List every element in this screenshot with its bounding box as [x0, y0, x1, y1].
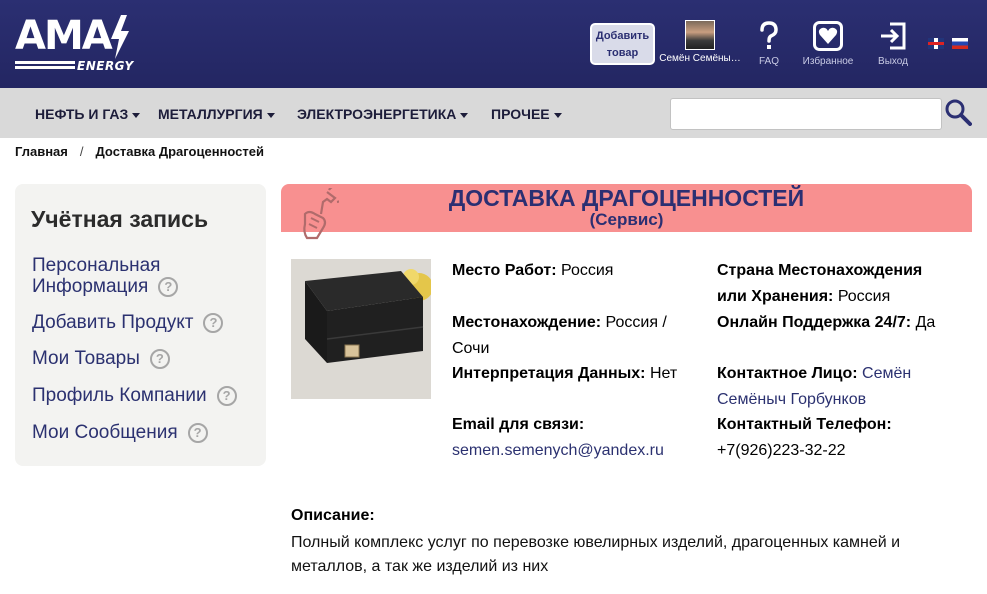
interpretation-label: Интерпретация Данных: — [452, 365, 646, 382]
work-place: Место Работ: Россия — [452, 258, 613, 284]
breadcrumb-current: Доставка Драгоценностей — [95, 144, 265, 159]
phone-label: Контактный Телефон: — [717, 416, 892, 433]
lightning-icon — [111, 15, 129, 59]
help-icon[interactable]: ? — [216, 385, 237, 406]
caret-down-icon — [266, 112, 275, 118]
storage-country-label: Страна Местонахождения — [717, 262, 923, 279]
site-header: AMA ENERGY Добавить товар Семён Семёны… … — [0, 0, 987, 88]
listing-title-bar: ДОСТАВКА ДРАГОЦЕННОСТЕЙ (Сервис) — [281, 184, 972, 232]
faq-link[interactable]: FAQ — [756, 20, 782, 67]
sidebar-item-company-profile[interactable]: Профиль Компании? — [32, 385, 237, 406]
product-image[interactable] — [291, 259, 431, 399]
nav-label: НЕФТЬ И ГАЗ — [35, 106, 129, 122]
logo-subtext: ENERGY — [77, 59, 134, 73]
work-place-value: Россия — [561, 262, 614, 279]
nav-label: ЭЛЕКТРОЭНЕРГЕТИКА — [297, 106, 457, 122]
account-sidebar: Учётная запись Персональная Информация? … — [15, 184, 266, 466]
help-icon[interactable]: ? — [187, 422, 208, 443]
faq-label: FAQ — [758, 56, 779, 67]
sidebar-item-label: Информация — [32, 276, 149, 297]
flag-uk-icon[interactable] — [928, 38, 944, 49]
description-text: Полный комплекс услуг по перевозке ювели… — [291, 534, 901, 575]
caret-down-icon — [460, 112, 469, 118]
exit-label: Выход — [878, 56, 908, 67]
flag-ru-icon[interactable] — [952, 38, 968, 49]
storage-country-label: или Хранения: — [717, 288, 834, 305]
help-icon[interactable]: ? — [203, 312, 224, 333]
avatar — [685, 20, 715, 50]
search-icon[interactable] — [944, 98, 972, 126]
help-icon[interactable]: ? — [149, 348, 170, 369]
nav-metallurgy[interactable]: МЕТАЛЛУРГИЯ — [158, 106, 275, 122]
search-input[interactable] — [670, 98, 942, 130]
favorites-label: Избранное — [802, 56, 854, 67]
nav-label: ПРОЧЕЕ — [491, 106, 550, 122]
caret-down-icon — [553, 112, 562, 118]
nav-label: МЕТАЛЛУРГИЯ — [158, 106, 263, 122]
page-subtitle: (Сервис) — [589, 210, 664, 229]
location-label: Местонахождение: — [452, 314, 602, 331]
contact-label: Контактное Лицо: — [717, 365, 858, 382]
contact-link[interactable]: Семёныч Горбунков — [717, 391, 866, 408]
contact-person: Контактное Лицо: Семён Семёныч Горбунков — [717, 361, 911, 413]
interpretation-value: Нет — [649, 365, 678, 382]
logo-text: AMA — [15, 13, 113, 59]
sidebar-title: Учётная запись — [31, 206, 209, 232]
support-label: Онлайн Поддержка 24/7: — [717, 314, 912, 331]
jewelry-box-image — [291, 259, 431, 399]
breadcrumb: Главная / Доставка Драгоценностей — [15, 144, 264, 159]
sidebar-item-my-messages[interactable]: Мои Сообщения? — [32, 422, 208, 443]
data-interpretation: Интерпретация Данных: Нет — [452, 361, 677, 387]
description-label: Описание: — [291, 507, 375, 524]
question-icon — [760, 21, 778, 49]
user-profile-link[interactable]: Семён Семёны… — [657, 20, 743, 64]
user-name: Семён Семёны… — [659, 53, 741, 64]
nav-other[interactable]: ПРОЧЕЕ — [491, 106, 562, 122]
sidebar-item-label: Добавить Продукт — [32, 312, 194, 333]
phone-value: +7(926)223-32-22 — [717, 442, 846, 459]
page-title: ДОСТАВКА ДРАГОЦЕННОСТЕЙ — [448, 185, 805, 211]
contact-phone: Контактный Телефон: +7(926)223-32-22 — [717, 412, 892, 464]
sidebar-item-label: Персональная — [32, 255, 161, 276]
add-product-button[interactable]: Добавить товар — [590, 23, 655, 65]
nav-oil-gas[interactable]: НЕФТЬ И ГАЗ — [35, 106, 141, 122]
help-icon[interactable]: ? — [158, 276, 179, 297]
sidebar-item-label: Профиль Компании — [32, 385, 207, 406]
support-value: Да — [915, 314, 936, 331]
logo-stripes — [15, 61, 75, 73]
favorites-link[interactable]: Избранное — [800, 20, 856, 67]
language-switcher — [928, 38, 968, 49]
storage-country-value: Россия — [837, 288, 891, 305]
sidebar-item-add-product[interactable]: Добавить Продукт? — [32, 312, 224, 333]
location: Местонахождение: Россия / Сочи — [452, 310, 702, 362]
nav-power[interactable]: ЭЛЕКТРОЭНЕРГЕТИКА — [297, 106, 469, 122]
heart-icon — [813, 21, 843, 51]
email-label: Email для связи: — [452, 416, 585, 433]
exit-link[interactable]: Выход — [874, 20, 912, 67]
wrench-hand-icon — [303, 188, 339, 240]
sidebar-item-label: Мои Товары — [32, 348, 140, 369]
contact-email: Email для связи: semen.semenych@yandex.r… — [452, 412, 664, 464]
exit-icon — [881, 22, 906, 50]
email-link[interactable]: semen.semenych@yandex.ru — [452, 442, 664, 459]
work-place-label: Место Работ: — [452, 262, 557, 279]
caret-down-icon — [132, 112, 141, 118]
breadcrumb-home[interactable]: Главная — [15, 144, 68, 159]
online-support: Онлайн Поддержка 24/7: Да — [717, 310, 935, 336]
storage-country: Страна Местонахождения или Хранения: Рос… — [717, 258, 922, 310]
sidebar-item-my-products[interactable]: Мои Товары? — [32, 348, 170, 369]
breadcrumb-separator: / — [79, 144, 84, 159]
site-logo[interactable]: AMA ENERGY — [15, 13, 133, 75]
main-nav: НЕФТЬ И ГАЗ МЕТАЛЛУРГИЯ ЭЛЕКТРОЭНЕРГЕТИК… — [0, 88, 987, 138]
contact-link[interactable]: Семён — [862, 365, 911, 382]
sidebar-item-label: Мои Сообщения — [32, 422, 178, 443]
sidebar-item-personal-info[interactable]: Персональная Информация? — [32, 255, 179, 297]
